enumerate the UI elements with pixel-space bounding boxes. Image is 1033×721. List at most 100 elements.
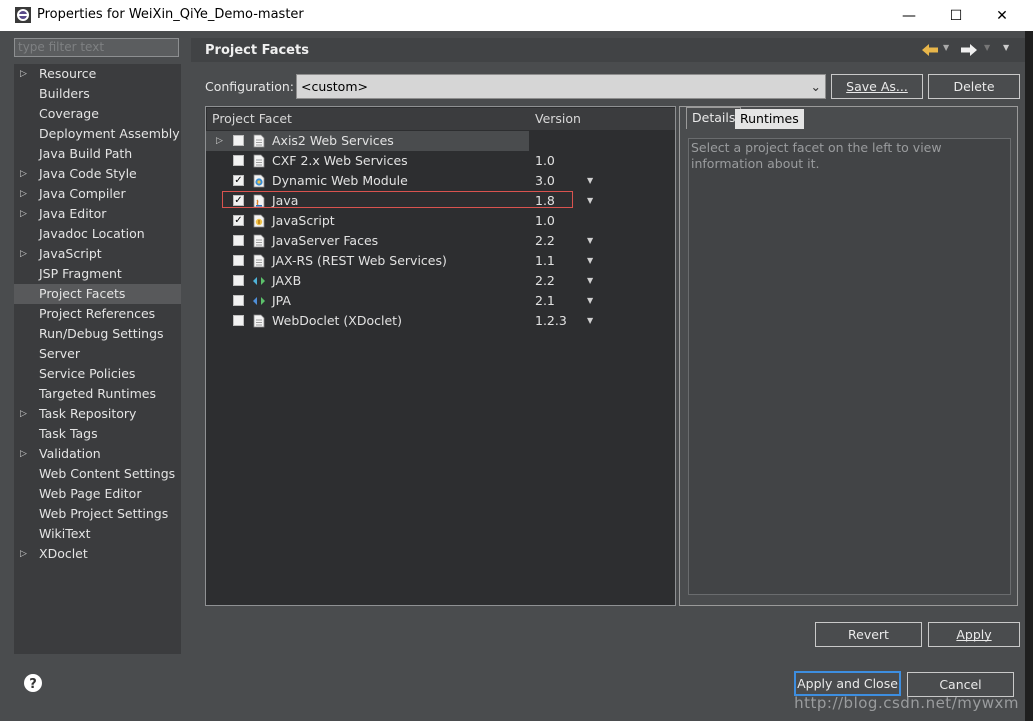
sidebar-item[interactable]: ▷ Java Code Style	[14, 164, 181, 184]
back-arrow-icon[interactable]	[921, 43, 939, 57]
sidebar-item[interactable]: Builders	[14, 84, 181, 104]
version-dropdown-icon[interactable]: ▼	[587, 251, 593, 271]
sidebar-item[interactable]: Javadoc Location	[14, 224, 181, 244]
doc-icon	[252, 154, 266, 168]
configuration-select[interactable]: <custom> ⌄	[296, 74, 826, 99]
expand-arrow-icon[interactable]: ▷	[216, 131, 223, 151]
sidebar-item[interactable]: Service Policies	[14, 364, 181, 384]
sidebar-item[interactable]: Run/Debug Settings	[14, 324, 181, 344]
sidebar-item[interactable]: ▷ Task Repository	[14, 404, 181, 424]
table-row[interactable]: JAX-RS (REST Web Services) 1.1 ▼	[206, 251, 675, 271]
version-dropdown-icon[interactable]: ▼	[587, 171, 593, 191]
sidebar-item[interactable]: Targeted Runtimes	[14, 384, 181, 404]
sidebar-item[interactable]: Project Facets	[14, 284, 181, 304]
expand-arrow-icon[interactable]: ▷	[20, 204, 27, 224]
sidebar-item[interactable]: ▷ Java Compiler	[14, 184, 181, 204]
sidebar-item[interactable]: Coverage	[14, 104, 181, 124]
expand-arrow-icon[interactable]: ▷	[20, 64, 27, 84]
close-button[interactable]: ✕	[979, 0, 1025, 31]
save-as-button[interactable]: Save As...	[831, 74, 923, 99]
facet-checkbox[interactable]: ✓	[233, 175, 244, 186]
delete-button[interactable]: Delete	[928, 74, 1020, 99]
table-row[interactable]: ✓ Dynamic Web Module 3.0 ▼	[206, 171, 675, 191]
facet-version: 2.2	[535, 273, 555, 288]
expand-arrow-icon[interactable]: ▷	[20, 164, 27, 184]
sidebar-item-label: Project References	[39, 306, 156, 321]
page-header	[191, 38, 1025, 62]
column-header-facet[interactable]: Project Facet	[207, 108, 536, 130]
expand-arrow-icon[interactable]: ▷	[20, 244, 27, 264]
back-dropdown-icon[interactable]: ▼	[943, 43, 949, 52]
filter-input[interactable]: type filter text	[14, 38, 179, 57]
doc-icon	[252, 254, 266, 268]
sidebar-item-label: Coverage	[39, 106, 99, 121]
sidebar-item[interactable]: JSP Fragment	[14, 264, 181, 284]
version-dropdown-icon[interactable]: ▼	[587, 311, 593, 331]
table-row[interactable]: JavaServer Faces 2.2 ▼	[206, 231, 675, 251]
version-dropdown-icon[interactable]: ▼	[587, 191, 593, 211]
column-header-version[interactable]: Version	[530, 108, 608, 130]
table-row[interactable]: ✓ Java 1.8 ▼	[206, 191, 675, 211]
table-row[interactable]: WebDoclet (XDoclet) 1.2.3 ▼	[206, 311, 675, 331]
sidebar-item[interactable]: ▷ Resource	[14, 64, 181, 84]
eclipse-icon	[15, 7, 31, 23]
maximize-button[interactable]: ☐	[933, 0, 979, 31]
expand-arrow-icon[interactable]: ▷	[20, 444, 27, 464]
sidebar-item-label: Java Compiler	[39, 186, 126, 201]
save-as-label: Save As...	[846, 79, 908, 94]
apply-and-close-button[interactable]: Apply and Close	[794, 671, 901, 696]
table-row[interactable]: JPA 2.1 ▼	[206, 291, 675, 311]
table-row[interactable]: ✓ JavaScript 1.0	[206, 211, 675, 231]
column-header-facet-label: Project Facet	[212, 111, 292, 126]
sidebar-item[interactable]: ▷ XDoclet	[14, 544, 181, 564]
apply-button[interactable]: Apply	[928, 622, 1020, 647]
table-row[interactable]: JAXB 2.2 ▼	[206, 271, 675, 291]
expand-arrow-icon[interactable]: ▷	[20, 404, 27, 424]
sidebar-item[interactable]: ▷ JavaScript	[14, 244, 181, 264]
sidebar-item[interactable]: ▷ Java Editor	[14, 204, 181, 224]
facet-checkbox[interactable]: ✓	[233, 215, 244, 226]
version-dropdown-icon[interactable]: ▼	[587, 291, 593, 311]
facet-checkbox[interactable]	[233, 275, 244, 286]
sidebar-item[interactable]: Web Content Settings	[14, 464, 181, 484]
sidebar-item[interactable]: Deployment Assembly	[14, 124, 181, 144]
sidebar-item-label: XDoclet	[39, 546, 88, 561]
sidebar-item[interactable]: WikiText	[14, 524, 181, 544]
forward-arrow-icon[interactable]	[960, 43, 978, 57]
configuration-value: <custom>	[301, 79, 368, 94]
sidebar-item[interactable]: Web Page Editor	[14, 484, 181, 504]
expand-arrow-icon[interactable]: ▷	[20, 184, 27, 204]
sidebar-item[interactable]: Web Project Settings	[14, 504, 181, 524]
sidebar-item[interactable]: Server	[14, 344, 181, 364]
tab-runtimes[interactable]: Runtimes	[735, 109, 804, 129]
sidebar-item-label: Server	[39, 346, 80, 361]
column-header-version-label: Version	[535, 111, 581, 126]
revert-button[interactable]: Revert	[815, 622, 922, 647]
help-icon[interactable]: ?	[23, 673, 43, 693]
sidebar-item[interactable]: Java Build Path	[14, 144, 181, 164]
sidebar-item[interactable]: Project References	[14, 304, 181, 324]
facet-name: JPA	[272, 293, 291, 308]
facet-checkbox[interactable]	[233, 135, 244, 146]
facet-checkbox[interactable]	[233, 155, 244, 166]
version-dropdown-icon[interactable]: ▼	[587, 231, 593, 251]
facet-checkbox[interactable]	[233, 295, 244, 306]
facet-checkbox[interactable]	[233, 235, 244, 246]
delete-label: Delete	[953, 79, 995, 94]
facet-checkbox[interactable]	[233, 255, 244, 266]
minimize-button[interactable]: —	[886, 0, 932, 31]
expand-arrow-icon[interactable]: ▷	[20, 544, 27, 564]
facet-checkbox[interactable]	[233, 315, 244, 326]
table-row[interactable]: CXF 2.x Web Services 1.0	[206, 151, 675, 171]
sidebar-item[interactable]: Task Tags	[14, 424, 181, 444]
table-row[interactable]: ▷ Axis2 Web Services	[206, 131, 529, 151]
view-menu-icon[interactable]: ▼	[1003, 43, 1009, 52]
version-dropdown-icon[interactable]: ▼	[587, 271, 593, 291]
jaxb-icon	[252, 274, 266, 288]
tab-details[interactable]: Details	[686, 107, 742, 129]
forward-dropdown-icon[interactable]: ▼	[984, 43, 990, 52]
sidebar-item[interactable]: ▷ Validation	[14, 444, 181, 464]
sidebar-item-label: Javadoc Location	[39, 226, 145, 241]
details-text: Select a project facet on the left to vi…	[688, 138, 1011, 595]
window-titlebar: Properties for WeiXin_QiYe_Demo-master —…	[0, 0, 1033, 31]
